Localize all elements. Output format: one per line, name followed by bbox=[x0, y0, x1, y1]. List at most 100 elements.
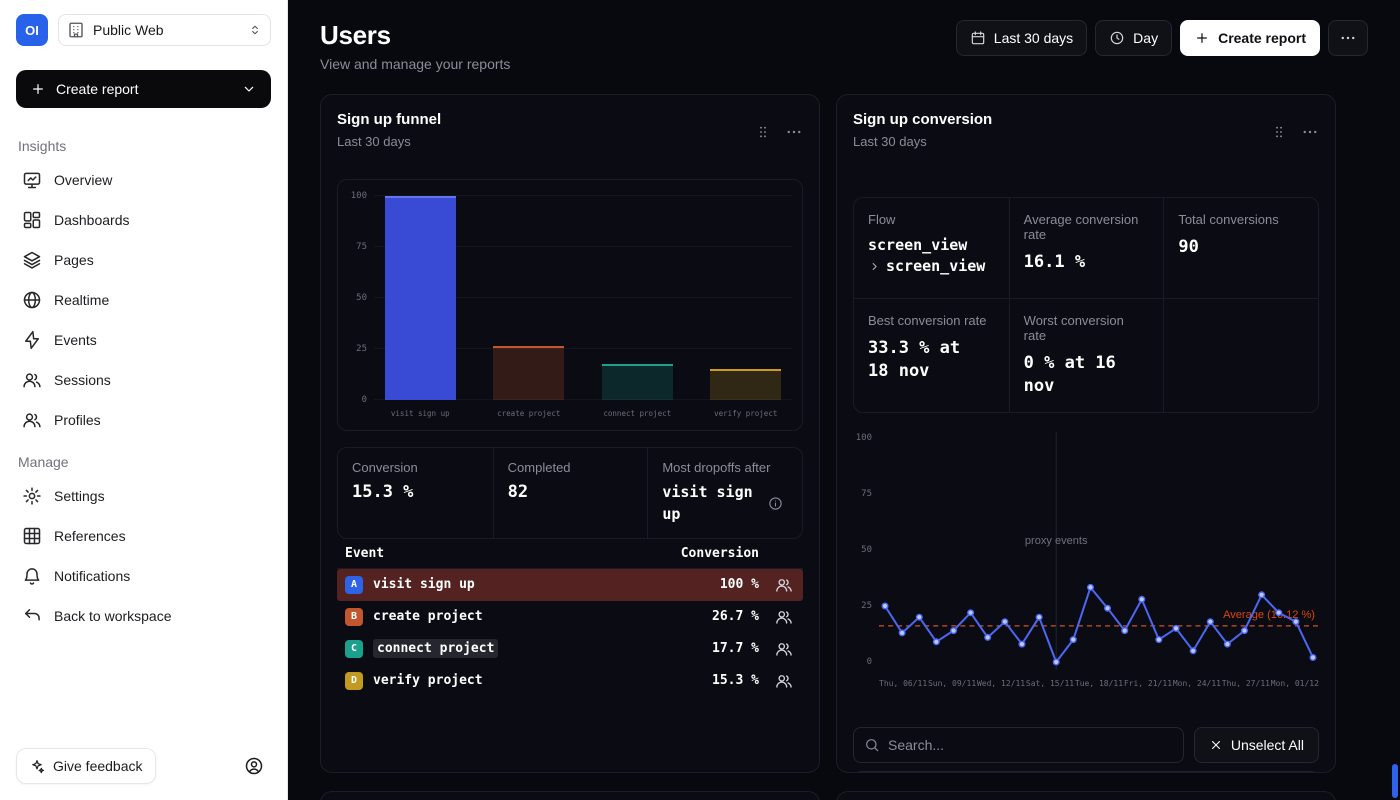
sidebar-footer: Give feedback bbox=[16, 748, 271, 784]
column-event: Event bbox=[345, 546, 673, 561]
date-range-button[interactable]: Last 30 days bbox=[956, 20, 1087, 56]
search-input[interactable] bbox=[888, 737, 1173, 753]
table-row[interactable]: Cconnect project17.7 % bbox=[337, 633, 803, 665]
conversion-chart[interactable]: 0255075100 Average (16.12 %)proxy events… bbox=[853, 432, 1319, 688]
table-row[interactable]: Dverify project15.3 % bbox=[337, 665, 803, 697]
scrollbar[interactable] bbox=[1392, 0, 1398, 800]
sidebar-item-label: Notifications bbox=[54, 568, 130, 584]
more-options-button[interactable] bbox=[1328, 20, 1368, 56]
people-icon bbox=[775, 640, 793, 658]
sidebar-item-references[interactable]: References bbox=[16, 516, 271, 556]
sidebar-item-label: Realtime bbox=[54, 292, 109, 308]
sidebar: OI Public Web Create report InsightsOver… bbox=[0, 0, 288, 800]
stat-value: 33.3 % at 18 nov bbox=[868, 337, 988, 383]
sidebar-item-profiles[interactable]: Profiles bbox=[16, 400, 271, 440]
flow-value: screen_view bbox=[868, 236, 995, 254]
app-logo[interactable]: OI bbox=[16, 14, 48, 46]
sidebar-section: InsightsOverviewDashboardsPagesRealtimeE… bbox=[16, 138, 271, 440]
next-row-peek bbox=[320, 791, 1336, 800]
drag-handle-icon[interactable] bbox=[1271, 115, 1287, 149]
interval-label: Day bbox=[1133, 30, 1158, 46]
sidebar-item-sessions[interactable]: Sessions bbox=[16, 360, 271, 400]
y-tick-label: 50 bbox=[356, 293, 367, 303]
sidebar-section: ManageSettingsReferencesNotificationsBac… bbox=[16, 454, 271, 636]
app: OI Public Web Create report InsightsOver… bbox=[0, 0, 1400, 800]
workspace-selector[interactable]: Public Web bbox=[58, 14, 271, 46]
dashboards-icon bbox=[22, 210, 42, 230]
notifications-icon bbox=[22, 566, 42, 586]
funnel-plot: visit sign upcreate projectconnect proje… bbox=[374, 196, 792, 400]
funnel-x-label: visit sign up bbox=[391, 409, 450, 418]
sidebar-item-dashboards[interactable]: Dashboards bbox=[16, 200, 271, 240]
sidebar-item-realtime[interactable]: Realtime bbox=[16, 280, 271, 320]
funnel-card-actions bbox=[755, 111, 803, 149]
partial-selected-cell[interactable] bbox=[854, 772, 1054, 773]
funnel-bar-slot: create project bbox=[485, 196, 574, 400]
sidebar-item-overview[interactable]: Overview bbox=[16, 160, 271, 200]
sidebar-item-notifications[interactable]: Notifications bbox=[16, 556, 271, 596]
sessions-icon bbox=[22, 370, 42, 390]
conversion-stats: Flow screen_view screen_view Average con… bbox=[853, 197, 1319, 413]
conversion-card-subtitle: Last 30 days bbox=[853, 134, 992, 149]
people-icon bbox=[775, 576, 793, 594]
funnel-bar[interactable] bbox=[710, 369, 781, 400]
x-tick-label: Tue, 18/11 bbox=[1075, 679, 1123, 688]
user-menu-button[interactable] bbox=[237, 749, 271, 783]
funnel-bar[interactable] bbox=[385, 196, 456, 400]
give-feedback-button[interactable]: Give feedback bbox=[16, 748, 156, 784]
funnel-x-label: connect project bbox=[603, 409, 671, 418]
sidebar-item-label: Overview bbox=[54, 172, 112, 188]
card-menu-icon[interactable] bbox=[785, 115, 803, 149]
drag-handle-icon[interactable] bbox=[755, 115, 771, 149]
workspace-row: OI Public Web bbox=[16, 14, 271, 46]
stat-most-dropoffs: Most dropoffs after visit sign up bbox=[647, 448, 802, 538]
table-row[interactable]: Avisit sign up100 % bbox=[337, 569, 803, 601]
search-icon bbox=[864, 737, 880, 753]
realtime-icon bbox=[22, 290, 42, 310]
interval-button[interactable]: Day bbox=[1095, 20, 1172, 56]
date-range-label: Last 30 days bbox=[994, 30, 1073, 46]
partial-table-row[interactable] bbox=[853, 771, 1319, 773]
sparkles-icon bbox=[29, 758, 45, 774]
y-tick-label: 50 bbox=[861, 545, 872, 555]
sidebar-item-label: Dashboards bbox=[54, 212, 130, 228]
sidebar-item-label: References bbox=[54, 528, 126, 544]
card-menu-icon[interactable] bbox=[1301, 115, 1319, 149]
people-icon-button[interactable] bbox=[759, 640, 795, 658]
funnel-table-header: Event Conversion bbox=[337, 539, 803, 569]
sidebar-item-pages[interactable]: Pages bbox=[16, 240, 271, 280]
sidebar-item-back-to-workspace[interactable]: Back to workspace bbox=[16, 596, 271, 636]
sidebar-item-settings[interactable]: Settings bbox=[16, 476, 271, 516]
funnel-bar[interactable] bbox=[493, 346, 564, 400]
x-tick-label: Fri, 21/11 bbox=[1124, 679, 1172, 688]
references-icon bbox=[22, 526, 42, 546]
create-report-button[interactable]: Create report bbox=[1180, 20, 1320, 56]
line-x-labels: Thu, 06/11Sun, 09/11Wed, 12/11Sat, 15/11… bbox=[879, 679, 1319, 688]
sidebar-sections: InsightsOverviewDashboardsPagesRealtimeE… bbox=[16, 130, 271, 636]
people-icon-button[interactable] bbox=[759, 608, 795, 626]
sidebar-item-events[interactable]: Events bbox=[16, 320, 271, 360]
people-icon-button[interactable] bbox=[759, 576, 795, 594]
table-row[interactable]: Bcreate project26.7 % bbox=[337, 601, 803, 633]
scrollbar-thumb[interactable] bbox=[1392, 764, 1398, 798]
card-peek bbox=[836, 791, 1336, 800]
conversion-card-header: Sign up conversion Last 30 days bbox=[853, 111, 1319, 149]
x-tick-label: Sun, 09/11 bbox=[928, 679, 976, 688]
people-icon-button[interactable] bbox=[759, 672, 795, 690]
settings-icon bbox=[22, 486, 42, 506]
unselect-all-button[interactable]: Unselect All bbox=[1194, 727, 1319, 763]
info-icon[interactable] bbox=[768, 496, 783, 511]
workspace-name: Public Web bbox=[93, 22, 240, 38]
card-peek bbox=[320, 791, 820, 800]
page-header-titles: Users View and manage your reports bbox=[320, 20, 510, 72]
conversion-card: Sign up conversion Last 30 days Flow scr… bbox=[836, 94, 1336, 773]
funnel-card-subtitle: Last 30 days bbox=[337, 134, 441, 149]
y-tick-label: 75 bbox=[356, 242, 367, 252]
funnel-bar[interactable] bbox=[602, 364, 673, 400]
funnel-chart[interactable]: 0255075100 visit sign upcreate projectco… bbox=[337, 179, 803, 431]
plus-icon bbox=[1194, 30, 1210, 46]
y-tick-label: 100 bbox=[856, 433, 872, 443]
plus-icon bbox=[30, 81, 46, 97]
sidebar-create-report-button[interactable]: Create report bbox=[16, 70, 271, 108]
stat-empty-cell bbox=[1163, 298, 1318, 412]
